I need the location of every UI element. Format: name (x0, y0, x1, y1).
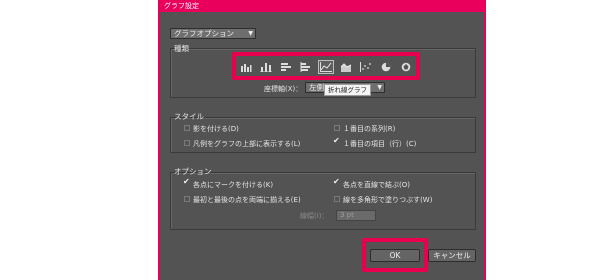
graph-type-highlight (232, 52, 420, 80)
chevron-down-icon: ▼ (248, 30, 253, 37)
panel-selector-value: グラフオプション (174, 29, 234, 38)
legend-top-checkbox[interactable] (184, 140, 190, 146)
legend-top-label: 凡例をグラフの上部に表示する(L) (193, 140, 301, 148)
shadow-label: 影を付ける(D) (193, 125, 239, 133)
legend-top-option[interactable]: 凡例をグラフの上部に表示する(L) (184, 139, 300, 149)
edge-to-edge-checkbox[interactable] (184, 196, 190, 202)
edge-to-edge-option[interactable]: 最初と最後の点を両端に揃える(E) (184, 195, 301, 205)
connect-points-checkbox[interactable] (333, 177, 340, 187)
axis-value: 左側 (309, 83, 324, 92)
shadow-option[interactable]: 影を付ける(D) (184, 124, 239, 134)
first-row-front-label: １番目の系列(R) (343, 125, 396, 133)
filled-lines-option[interactable]: 線を多角形で塗りつぶす(W) (334, 195, 432, 205)
axis-label: 座標軸(X)： (264, 85, 303, 93)
chevron-down-icon: ▼ (377, 84, 382, 91)
edge-to-edge-label: 最初と最後の点を両端に揃える(E) (193, 196, 301, 204)
first-column-front-option[interactable]: １番目の項目（行）(C) (333, 136, 417, 149)
mark-points-option[interactable]: 各点にマークを付ける(K) (183, 177, 274, 190)
mark-points-label: 各点にマークを付ける(K) (193, 181, 274, 189)
mark-points-checkbox[interactable] (183, 177, 190, 187)
connect-points-label: 各点を直線で結ぶ(O) (343, 181, 410, 189)
panel-selector-dropdown[interactable]: グラフオプション ▼ (170, 28, 256, 39)
type-group-label: 種類 (174, 44, 189, 53)
style-group-label: スタイル (174, 112, 204, 121)
dialog-title: グラフ設定 (160, 0, 484, 12)
graph-settings-dialog: グラフ設定 グラフオプション ▼ 種類 座標軸(X)： 左側 ▼ 折れ線グラフ … (158, 0, 486, 280)
connect-points-option[interactable]: 各点を直線で結ぶ(O) (333, 177, 410, 190)
line-width-label: 線幅(I)： (300, 212, 329, 220)
cancel-button[interactable]: キャンセル (428, 249, 476, 262)
graph-type-tooltip: 折れ線グラフ (324, 84, 371, 96)
options-group-label: オプション (174, 167, 212, 176)
line-width-field[interactable]: 3 pt (336, 210, 376, 221)
filled-lines-checkbox[interactable] (334, 196, 340, 202)
ok-button[interactable]: OK (370, 249, 420, 262)
filled-lines-label: 線を多角形で塗りつぶす(W) (343, 196, 433, 204)
first-row-front-checkbox[interactable] (334, 125, 340, 131)
first-row-front-option[interactable]: １番目の系列(R) (334, 124, 395, 134)
first-column-front-label: １番目の項目（行）(C) (343, 140, 417, 148)
shadow-checkbox[interactable] (184, 125, 190, 131)
first-column-front-checkbox[interactable] (333, 136, 340, 146)
